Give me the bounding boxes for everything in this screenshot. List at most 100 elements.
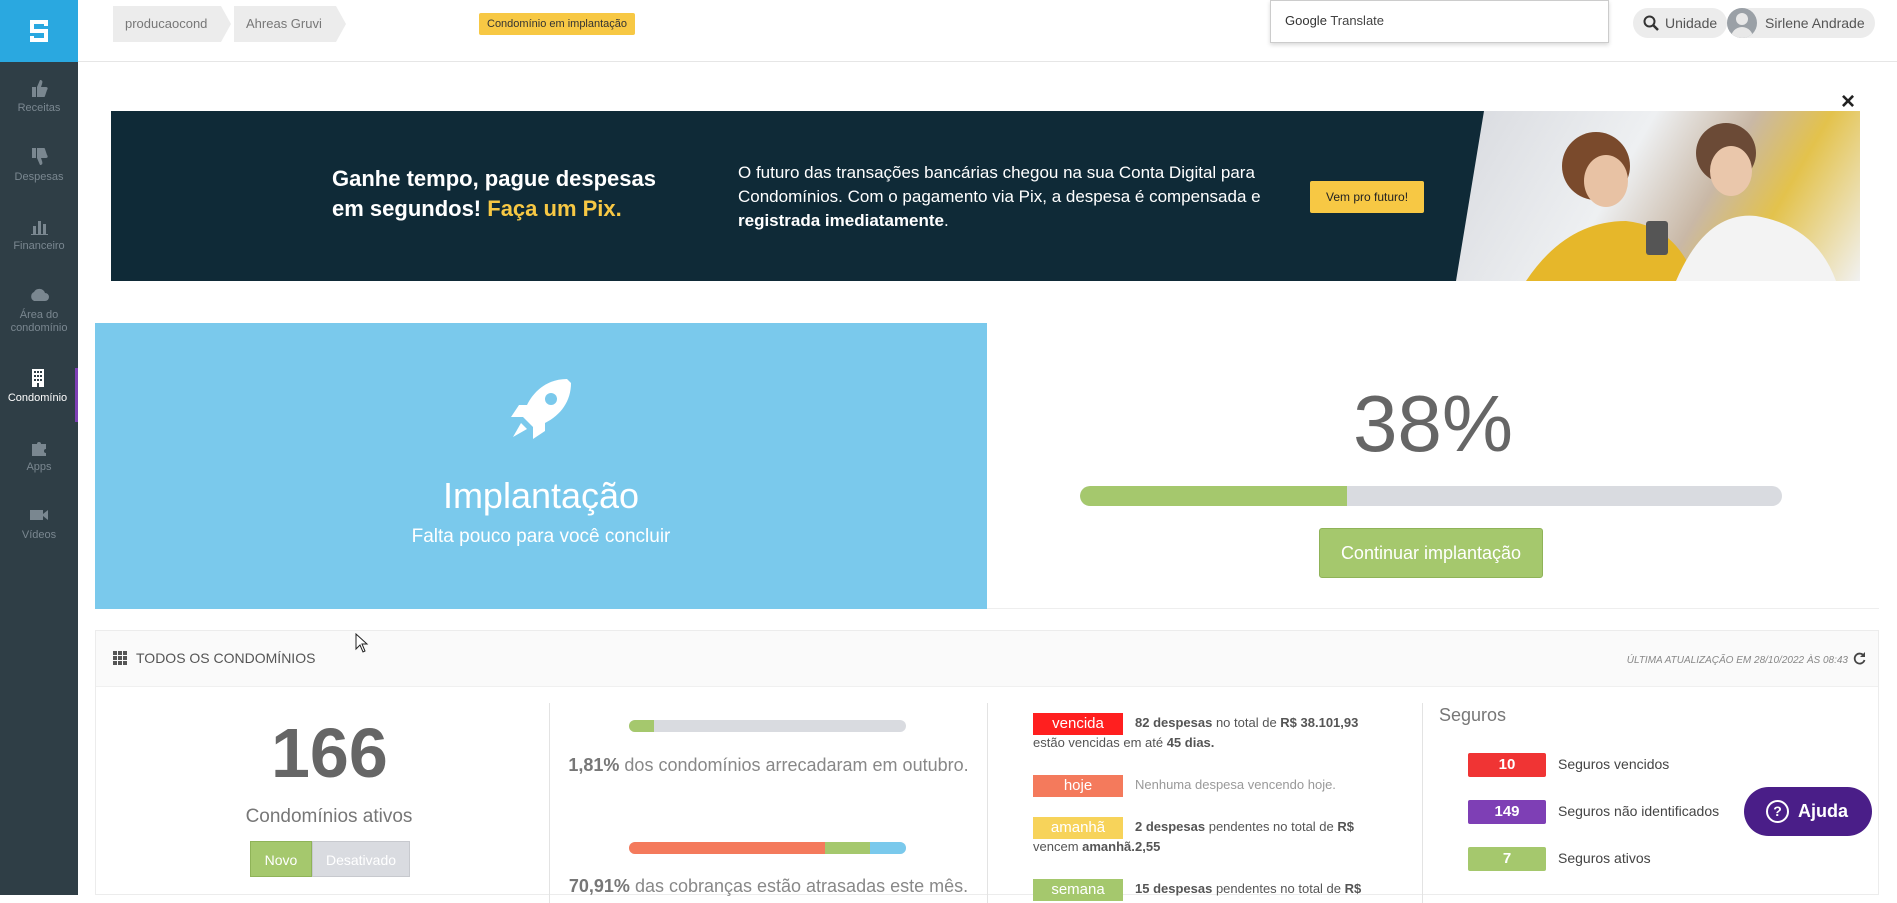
cloud-icon: [31, 288, 49, 301]
help-icon: ?: [1766, 800, 1789, 823]
collected-progress-bar: [629, 720, 906, 732]
collected-progress-fill: [629, 720, 654, 732]
sidebar-item-videos[interactable]: Vídeos: [0, 505, 78, 542]
sidebar-item-label: Vídeos: [21, 529, 57, 541]
refresh-icon[interactable]: [1853, 652, 1866, 665]
due-text: 2 despesas pendentes no total de R$ 2,55: [1135, 817, 1373, 857]
insurance-count: 149: [1468, 800, 1546, 824]
due-row-vencida[interactable]: vencida 82 despesas no total de R$ 38.101…: [1033, 713, 1373, 735]
sidebar-item-label: Condomínio: [7, 392, 68, 404]
due-tag: hoje: [1033, 775, 1123, 797]
insurance-row-active[interactable]: 7 Seguros ativos: [1468, 846, 1651, 871]
due-tag: vencida: [1033, 713, 1123, 735]
translate-label: Translate: [1330, 13, 1385, 28]
filter-disabled-button[interactable]: Desativado: [312, 841, 410, 877]
late-charges-bar: [629, 842, 906, 854]
sidebar-item-financeiro[interactable]: Financeiro: [0, 216, 78, 253]
sidebar: Receitas Despesas Financeiro Área do con…: [0, 0, 78, 895]
app-logo[interactable]: [0, 0, 78, 62]
collected-text: dos condomínios arrecadaram em outubro.: [619, 755, 969, 775]
late-percent: 70,91%: [568, 876, 630, 896]
banner-body-end: .: [943, 211, 949, 230]
sidebar-item-receitas[interactable]: Receitas: [0, 78, 78, 115]
due-text: 82 despesas no total de R$ 38.101,93: [1135, 713, 1373, 733]
due-count: 82 despesas: [1135, 715, 1213, 730]
search-unit-label: Unidade: [1665, 15, 1718, 31]
filter-new-button[interactable]: Novo: [250, 841, 312, 877]
sidebar-item-apps[interactable]: Apps: [0, 437, 78, 474]
insurance-row-expired[interactable]: 10 Seguros vencidos: [1468, 752, 1669, 777]
late-text: das cobranças estão atrasadas este mês.: [629, 876, 969, 896]
implantation-subtitle: Falta pouco para você concluir: [411, 526, 671, 547]
banner-headline: Ganhe tempo, pague despesas em segundos!…: [332, 164, 692, 224]
due-count: 15 despesas: [1135, 881, 1213, 896]
due-row-amanha-cont: R$ 2,55 vencem amanhã.: [1033, 837, 1135, 857]
banner-body-text: O futuro das transações bancárias chegou…: [738, 163, 1261, 206]
implantation-progress-bar: [1080, 486, 1782, 506]
due-tag: semana: [1033, 879, 1123, 901]
breadcrumb-item[interactable]: Ahreas Gruvi: [234, 6, 346, 42]
due-tail: estão vencidas em até: [1033, 735, 1167, 750]
google-translate-widget[interactable]: Google Translate: [1270, 0, 1609, 43]
due-mid: pendentes no total de: [1205, 819, 1338, 834]
due-row-hoje[interactable]: hoje Nenhuma despesa vencendo hoje.: [1033, 775, 1373, 797]
collected-stat: 1,81% dos condomínios arrecadaram em out…: [546, 752, 991, 778]
continue-implantation-button[interactable]: Continuar implantação: [1319, 528, 1543, 578]
column-divider: [1422, 703, 1423, 903]
implantation-percent: 38%: [1352, 379, 1514, 468]
thumbs-down-icon: [32, 148, 48, 165]
sidebar-item-label: Apps: [26, 461, 52, 473]
panel-title: TODOS OS CONDOMÍNIOS: [136, 650, 316, 666]
banner-cta-button[interactable]: Vem pro futuro!: [1310, 181, 1425, 213]
insurance-label: Seguros não identificados: [1558, 803, 1720, 819]
mouse-cursor-icon: [355, 633, 369, 653]
search-unit-button[interactable]: Unidade: [1633, 8, 1728, 38]
user-menu[interactable]: Sirlene Andrade: [1727, 8, 1875, 38]
late-bar-segment: [869, 842, 906, 854]
last-update: ÚLTIMA ATUALIZAÇÃO EM 28/10/2022 ÀS 08:4…: [1626, 655, 1848, 666]
due-mid: pendentes no total de: [1212, 881, 1345, 896]
status-badge: Condomínio em implantação: [479, 13, 636, 35]
insurance-row-unidentified[interactable]: 149 Seguros não identificados: [1468, 799, 1719, 824]
due-row-vencida-cont: estão vencidas em até 45 dias.: [1033, 733, 1214, 753]
due-tag: amanhã: [1033, 817, 1123, 839]
insurance-label: Seguros vencidos: [1558, 756, 1670, 772]
insurance-count: 7: [1468, 847, 1546, 871]
grid-icon: [113, 651, 127, 665]
thumbs-up-icon: [32, 80, 48, 97]
late-bar-segment: [825, 842, 870, 854]
puzzle-icon: [32, 442, 46, 456]
building-icon: [31, 369, 44, 387]
sidebar-item-label: Despesas: [14, 171, 64, 183]
sidebar-item-area-do-condominio[interactable]: Área do condomínio: [0, 285, 78, 335]
implantation-progress-card: 38% Continuar implantação: [987, 323, 1879, 609]
pix-promo-banner[interactable]: Ganhe tempo, pague despesas em segundos!…: [111, 111, 1860, 281]
due-row-semana[interactable]: semana 15 despesas pendentes no total de …: [1033, 879, 1373, 901]
breadcrumb-item[interactable]: producaocond: [113, 6, 232, 42]
all-condominiums-panel: TODOS OS CONDOMÍNIOS ÚLTIMA ATUALIZAÇÃO …: [95, 630, 1879, 903]
rocket-icon: [511, 379, 571, 439]
implantation-progress-fill: [1080, 486, 1347, 506]
banner-headline-highlight: Faça um Pix.: [487, 196, 622, 221]
bar-chart-icon: [31, 221, 48, 235]
late-stat: 70,91% das cobranças estão atrasadas est…: [546, 873, 991, 899]
sidebar-item-condominio[interactable]: Condomínio: [0, 368, 78, 422]
due-tail: vencem: [1033, 839, 1083, 854]
banner-body-bold: registrada imediatamente: [738, 211, 944, 230]
help-label: Ajuda: [1798, 801, 1849, 821]
sidebar-item-despesas[interactable]: Despesas: [0, 147, 78, 184]
due-text: Nenhuma despesa vencendo hoje.: [1135, 777, 1336, 792]
sidebar-item-label: Área do condomínio: [10, 309, 68, 334]
sidebar-item-label: Financeiro: [13, 240, 65, 252]
due-mid: no total de: [1212, 715, 1281, 730]
help-button[interactable]: ? Ajuda: [1744, 787, 1872, 836]
search-icon: [1643, 15, 1659, 31]
banner-body: O futuro das transações bancárias chegou…: [738, 161, 1278, 233]
active-condominiums-label: Condomínios ativos: [245, 806, 413, 827]
implantation-card: Implantação Falta pouco para você conclu…: [95, 323, 987, 609]
user-name: Sirlene Andrade: [1765, 15, 1865, 31]
google-brand: Google: [1285, 13, 1327, 28]
sidebar-item-label: Receitas: [17, 102, 61, 114]
insurance-count: 10: [1468, 753, 1546, 777]
banner-photo: [1456, 111, 1860, 281]
